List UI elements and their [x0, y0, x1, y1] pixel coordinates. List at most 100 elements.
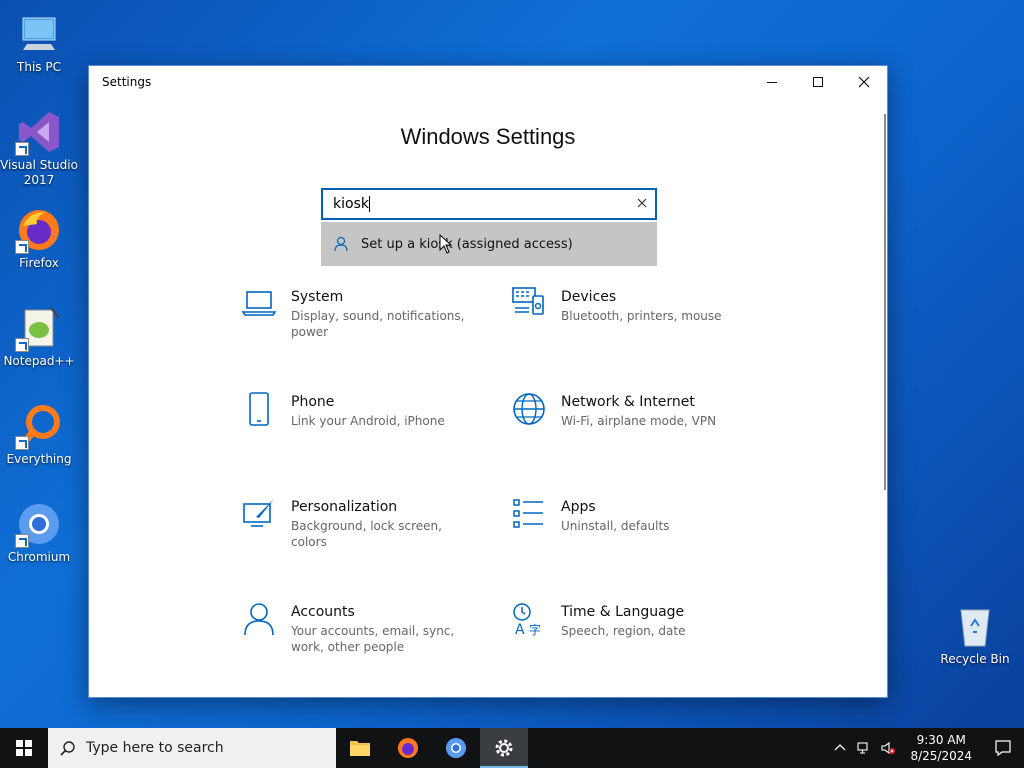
mouse-pointer-icon	[439, 234, 453, 254]
show-hidden-icons-button[interactable]	[828, 741, 852, 755]
volume-muted-icon	[881, 741, 896, 755]
tile-description: Wi-Fi, airplane mode, VPN	[561, 414, 717, 428]
tile-title: Apps	[561, 499, 596, 515]
scrollbar[interactable]	[884, 114, 886, 490]
visual-studio-icon	[15, 108, 63, 156]
tile-accounts[interactable]: Accounts Your accounts, email, sync, wor…	[241, 601, 481, 655]
shortcut-arrow-icon	[15, 436, 29, 450]
tile-network-internet[interactable]: Network & Internet Wi-Fi, airplane mode,…	[511, 391, 751, 429]
tile-personalization[interactable]: Personalization Background, lock screen,…	[241, 496, 481, 550]
search-input-text[interactable]: kiosk	[333, 196, 637, 212]
globe-icon	[513, 393, 545, 425]
clock-time: 9:30 AM	[916, 733, 966, 747]
laptop-icon	[241, 291, 277, 316]
tile-devices[interactable]: Devices Bluetooth, printers, mouse	[511, 286, 751, 324]
tile-description: Your accounts, email, sync, work, other …	[291, 624, 455, 654]
shortcut-arrow-icon	[15, 338, 29, 352]
volume-tray-button[interactable]	[876, 741, 900, 755]
action-center-button[interactable]	[982, 728, 1024, 768]
minimize-icon	[767, 81, 777, 83]
system-tray: 9:30 AM 8/25/2024	[828, 728, 1024, 768]
desktop-icon-label: Firefox	[19, 256, 59, 270]
tile-description: Speech, region, date	[561, 624, 686, 638]
firefox-icon	[15, 206, 63, 254]
computer-icon	[15, 10, 63, 58]
tile-description: Uninstall, defaults	[561, 519, 670, 533]
search-query-value: kiosk	[333, 196, 369, 212]
tile-title: System	[291, 289, 344, 305]
close-icon	[637, 198, 647, 208]
clock-date: 8/25/2024	[910, 749, 972, 763]
desktop-icon-visual-studio[interactable]: Visual Studio 2017	[0, 108, 78, 188]
notification-icon	[995, 740, 1011, 757]
recycle-bin-icon	[951, 602, 999, 650]
windows-logo-icon	[16, 740, 32, 756]
desktop-icon-this-pc[interactable]: This PC	[0, 10, 78, 75]
window-controls	[749, 66, 887, 98]
desktop-icon-label: Chromium	[7, 550, 71, 564]
close-button[interactable]	[841, 66, 887, 98]
settings-window: Settings Windows Settings kiosk Set up a…	[88, 65, 888, 698]
tile-time-language[interactable]: A 字 Time & Language Speech, region, date	[511, 601, 751, 639]
desktop-icon-notepadpp[interactable]: Notepad++	[0, 304, 78, 369]
desktop-icon-everything[interactable]: Everything	[0, 402, 78, 467]
page-title: Windows Settings	[400, 124, 576, 149]
minimize-button[interactable]	[749, 66, 795, 98]
text-caret	[368, 196, 370, 212]
tile-description: Bluetooth, printers, mouse	[561, 309, 722, 323]
desktop-icon-recycle-bin[interactable]: Recycle Bin	[936, 602, 1014, 667]
taskbar-settings[interactable]	[480, 728, 528, 768]
close-icon	[858, 76, 870, 88]
taskbar-firefox[interactable]	[384, 728, 432, 768]
tile-apps[interactable]: Apps Uninstall, defaults	[511, 496, 751, 534]
start-button[interactable]	[0, 728, 48, 768]
settings-search-input[interactable]: kiosk	[321, 188, 657, 220]
desktop-icon-label: Recycle Bin	[940, 652, 1010, 666]
tile-title: Accounts	[291, 604, 355, 620]
taskbar-chromium[interactable]	[432, 728, 480, 768]
tile-title: Phone	[291, 394, 335, 410]
taskbar-clock[interactable]: 9:30 AM 8/25/2024	[900, 732, 982, 764]
tile-phone[interactable]: Phone Link your Android, iPhone	[241, 391, 481, 429]
gear-icon	[495, 739, 513, 757]
taskbar-search-placeholder: Type here to search	[86, 740, 224, 756]
shortcut-arrow-icon	[15, 142, 29, 156]
shortcut-arrow-icon	[15, 240, 29, 254]
maximize-button[interactable]	[795, 66, 841, 98]
svg-text:A: A	[515, 622, 525, 637]
paintbrush-icon	[243, 499, 274, 527]
folder-icon	[350, 741, 370, 756]
search-suggestion-item[interactable]: Set up a kiosk (assigned access)	[321, 222, 657, 266]
suggestion-label: Set up a kiosk (assigned access)	[361, 236, 573, 252]
chromium-icon	[15, 500, 63, 548]
network-icon	[857, 742, 869, 754]
person-icon	[244, 603, 274, 636]
firefox-icon	[398, 738, 418, 758]
desktop-icon-label: This PC	[17, 60, 61, 74]
time-language-icon: A 字	[513, 603, 541, 637]
chevron-up-icon	[835, 744, 846, 751]
window-title: Settings	[102, 75, 152, 89]
svg-text:字: 字	[529, 622, 541, 637]
search-icon	[60, 741, 75, 756]
desktop-icon-label: Everything	[6, 452, 72, 466]
taskbar-search-box[interactable]: Type here to search	[48, 728, 336, 768]
network-tray-button[interactable]	[852, 741, 876, 755]
tile-title: Devices	[561, 289, 617, 305]
title-bar[interactable]: Settings	[89, 66, 887, 98]
desktop-icon-firefox[interactable]: Firefox	[0, 206, 78, 271]
desktop-icon-chromium[interactable]: Chromium	[0, 500, 78, 565]
shortcut-arrow-icon	[15, 534, 29, 548]
devices-icon	[512, 287, 544, 315]
maximize-icon	[813, 77, 823, 87]
tile-description: Background, lock screen, colors	[291, 519, 442, 549]
taskbar: Type here to search 9:30 AM 8/25/2024	[0, 728, 1024, 768]
tile-title: Personalization	[291, 499, 398, 515]
clear-search-button[interactable]	[637, 196, 647, 212]
apps-list-icon	[513, 499, 543, 528]
desktop-icon-label: Visual Studio 2017	[0, 158, 78, 187]
desktop-icon-label: Notepad++	[3, 354, 75, 368]
taskbar-file-explorer[interactable]	[336, 728, 384, 768]
tile-description: Link your Android, iPhone	[291, 414, 445, 428]
tile-system[interactable]: System Display, sound, notifications, po…	[241, 286, 481, 340]
